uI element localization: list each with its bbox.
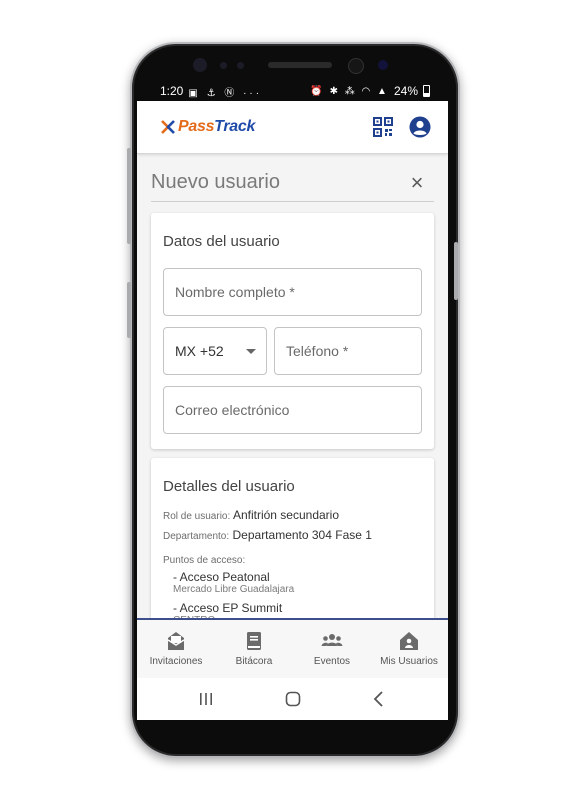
nav-invitaciones[interactable]: Invitaciones [137, 630, 215, 667]
user-data-title: Datos del usuario [163, 233, 280, 250]
battery-icon [423, 85, 430, 97]
nav-eventos[interactable]: Eventos [293, 630, 371, 667]
sensor-dot [220, 62, 227, 69]
nav-label: Eventos [313, 656, 351, 667]
email-placeholder: Correo electrónico [175, 402, 290, 418]
user-details-card: Detalles del usuario Rol de usuario: Anf… [151, 458, 434, 626]
department-value: Departamento 304 Fase 1 [232, 528, 372, 542]
invitation-icon [167, 632, 185, 650]
qr-code-button[interactable] [373, 117, 393, 137]
system-navigation-bar [137, 678, 448, 720]
bixby-button [127, 282, 131, 338]
back-icon [373, 691, 383, 707]
full-name-field[interactable]: Nombre completo * [163, 268, 422, 316]
phone-placeholder: Teléfono * [286, 343, 349, 359]
close-button[interactable]: × [407, 170, 427, 195]
home-button[interactable] [282, 688, 304, 710]
nav-bitacora[interactable]: Bitácora [215, 630, 293, 667]
volume-button [127, 148, 131, 244]
back-button[interactable] [368, 688, 390, 710]
access-point-name: - Acceso Peatonal [173, 570, 270, 584]
passtrack-logo: PassTrack [161, 118, 255, 136]
app-bar: PassTrack [137, 101, 448, 154]
logo-pass-text: Pass [178, 118, 215, 135]
status-time: 1:20 [160, 84, 184, 98]
power-button [454, 242, 458, 300]
front-camera [348, 58, 364, 74]
status-bar: 1:20 ▣ ⚓ Ⓝ ··· ⏰ ✱ ⁂ ◠ ▲ 24% [160, 82, 430, 100]
access-point-name: - Acceso EP Summit [173, 601, 283, 615]
dropdown-arrow-icon [246, 349, 256, 354]
user-data-card: Datos del usuario Nombre completo * MX +… [151, 213, 434, 449]
nav-label: Mis Usuarios [380, 656, 438, 667]
role-value: Anfitrión secundario [232, 508, 339, 522]
home-icon [285, 691, 301, 707]
system-status-icons: ⏰ ✱ ⁂ ◠ ▲ [310, 85, 389, 97]
bottom-navigation: Invitaciones Bitácora Eventos Mis Usuari… [137, 618, 448, 680]
role-line: Rol de usuario: Anfitrión secundario [163, 508, 339, 522]
access-point-location: Mercado Libre Guadalajara [173, 584, 295, 595]
logo-track-text: Track [214, 118, 256, 135]
nav-label: Bitácora [235, 656, 273, 667]
country-code-select[interactable]: MX +52 [163, 327, 267, 375]
phone-field[interactable]: Teléfono * [274, 327, 422, 375]
sensor-dot [237, 62, 244, 69]
sensor-dot [193, 58, 207, 72]
recents-button[interactable] [195, 688, 217, 710]
qr-code-icon [373, 117, 393, 137]
house-users-icon [400, 632, 418, 650]
role-label: Rol de usuario: [163, 511, 231, 522]
department-label: Departamento: [163, 531, 230, 542]
close-icon: × [410, 170, 424, 195]
title-divider [151, 201, 434, 202]
nav-mis-usuarios[interactable]: Mis Usuarios [370, 630, 448, 667]
account-button[interactable] [409, 116, 431, 138]
people-icon [321, 634, 343, 646]
user-details-title: Detalles del usuario [163, 478, 295, 495]
notification-icons: ▣ ⚓ Ⓝ ··· [188, 87, 263, 99]
app-screen: PassTrack Nuevo usuario × Datos del usua… [137, 101, 448, 720]
battery-level: 24% [393, 84, 418, 98]
book-icon [247, 632, 261, 650]
full-name-placeholder: Nombre completo * [175, 284, 295, 300]
account-circle-icon [409, 116, 431, 138]
nav-label: Invitaciones [149, 656, 203, 667]
recents-icon [200, 693, 212, 705]
earpiece-speaker [268, 62, 332, 68]
access-points-label: Puntos de acceso: [163, 555, 246, 566]
country-code-value: MX +52 [175, 343, 224, 359]
logo-mark-icon [161, 120, 175, 134]
iris-sensor [378, 60, 388, 70]
dialog-title: Nuevo usuario [151, 171, 280, 193]
email-field[interactable]: Correo electrónico [163, 386, 422, 434]
department-line: Departamento: Departamento 304 Fase 1 [163, 528, 372, 542]
